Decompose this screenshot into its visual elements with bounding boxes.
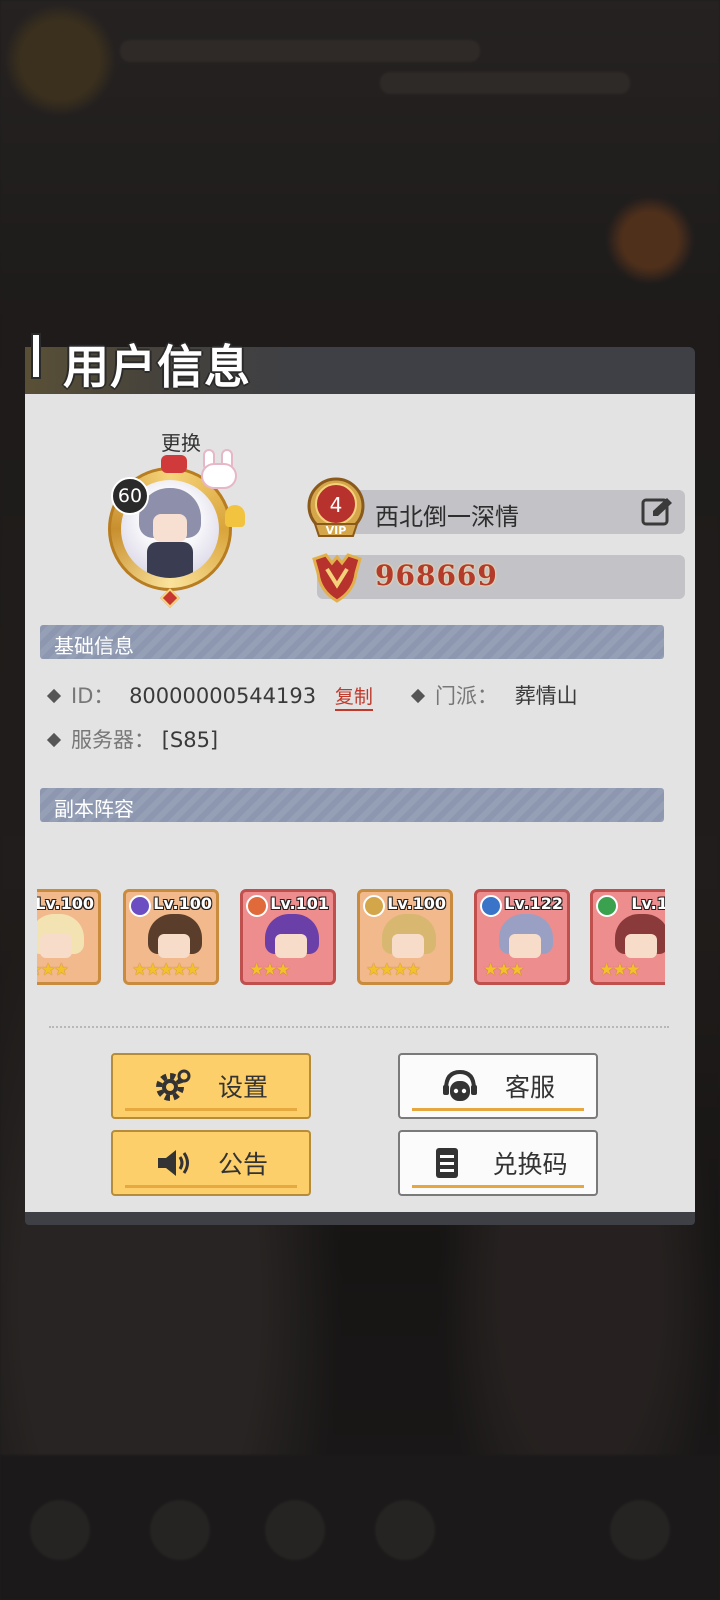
headset-icon <box>442 1069 477 1101</box>
diamond-icon <box>46 688 62 704</box>
button-underline <box>412 1185 584 1188</box>
avatar-body <box>147 542 193 578</box>
hero-card[interactable]: Lv.101 ★★★ <box>240 889 336 985</box>
faction-value: 葬情山 <box>514 684 578 708</box>
hero-face <box>40 934 72 958</box>
element-icon <box>596 895 618 917</box>
hero-card[interactable]: Lv.100 ★★★★★ <box>123 889 219 985</box>
hero-stars: ★★★ <box>483 960 525 980</box>
server-label: 服务器： <box>71 728 155 752</box>
id-value: 80000000544193 <box>129 684 317 708</box>
username-row: 西北倒一深情 <box>325 490 685 534</box>
element-icon <box>246 895 268 917</box>
hero-level: Lv.100 <box>153 894 212 913</box>
hero-face <box>625 934 657 958</box>
vip-label: VIP <box>326 524 347 537</box>
hero-level: Lv.122 <box>504 894 563 913</box>
hero-stars: ★★★★ <box>37 960 69 980</box>
basic-info-title: 基础信息 <box>54 634 134 658</box>
combat-power-value: 968669 <box>375 559 498 592</box>
hero-card[interactable]: Lv.100 ★★★★ <box>37 889 101 985</box>
element-icon <box>129 895 151 917</box>
lineup-title: 副本阵容 <box>54 797 134 821</box>
vip-badge-icon: 4 VIP <box>307 477 365 537</box>
server-row: 服务器： [S85] <box>46 724 219 754</box>
bell-icon <box>225 505 245 527</box>
button-underline <box>125 1185 297 1188</box>
avatar-area[interactable]: 更换 60 <box>83 427 253 608</box>
hero-stars: ★★★★★ <box>132 960 200 980</box>
edit-icon[interactable] <box>641 496 675 528</box>
combat-power-row: 968669 <box>317 555 685 599</box>
hero-card[interactable]: Lv.122 ★★★ <box>474 889 570 985</box>
title-accent <box>33 335 39 377</box>
gear-icon <box>155 1069 191 1101</box>
username: 西北倒一深情 <box>375 503 519 531</box>
lineup-header: 副本阵容 <box>40 788 664 822</box>
redeem-code-label: 兑换码 <box>492 1150 568 1179</box>
bunny-icon <box>195 449 241 489</box>
frame-gem-icon <box>160 588 180 608</box>
divider <box>49 1026 669 1028</box>
button-underline <box>412 1108 584 1111</box>
bow-icon <box>161 455 187 473</box>
hero-level: Lv.100 <box>387 894 446 913</box>
faction-label: 门派： <box>435 684 498 708</box>
button-underline <box>125 1108 297 1111</box>
element-icon <box>363 895 385 917</box>
panel-body: 更换 60 西北倒一深情 4 VIP 968669 基础信息 ID： 80000… <box>25 394 695 1212</box>
hero-level: Lv.16 <box>631 894 665 913</box>
hero-stars: ★★★★ <box>366 960 421 980</box>
hero-face <box>158 934 190 958</box>
hero-face <box>509 934 541 958</box>
speaker-icon <box>157 1150 189 1176</box>
customer-service-button[interactable]: 客服 <box>398 1053 598 1119</box>
notice-button[interactable]: 公告 <box>111 1130 311 1196</box>
redeem-code-button[interactable]: 兑换码 <box>398 1130 598 1196</box>
basic-info-header: 基础信息 <box>40 625 664 659</box>
user-info-panel: 用户信息 更换 60 西北倒一深情 4 VIP 968669 基础信息 ID： … <box>25 335 695 1225</box>
hero-stars: ★★★ <box>249 960 291 980</box>
vip-level: 4 <box>330 493 343 517</box>
diamond-icon <box>410 688 426 704</box>
diamond-icon <box>46 732 62 748</box>
faction-row: 门派： 葬情山 <box>410 680 578 710</box>
panel-title: 用户信息 <box>63 340 251 394</box>
notice-label: 公告 <box>217 1150 268 1179</box>
hero-face <box>392 934 424 958</box>
id-label: ID： <box>71 684 115 708</box>
level-badge: 60 <box>111 477 149 515</box>
settings-button[interactable]: 设置 <box>111 1053 311 1119</box>
avatar-face <box>153 514 187 542</box>
hero-card[interactable]: Lv.16 ★★★ <box>590 889 665 985</box>
settings-label: 设置 <box>217 1073 268 1102</box>
element-icon <box>480 895 502 917</box>
hero-card[interactable]: Lv.100 ★★★★ <box>357 889 453 985</box>
hero-level: Lv.101 <box>270 894 329 913</box>
shield-icon <box>312 553 362 603</box>
panel-footer <box>25 1212 695 1225</box>
document-icon <box>436 1148 459 1178</box>
hero-stars: ★★★ <box>599 960 641 980</box>
customer-service-label: 客服 <box>504 1073 555 1102</box>
server-value: [S85] <box>161 728 219 752</box>
id-row: ID： 80000000544193 复制 <box>46 680 373 711</box>
copy-button[interactable]: 复制 <box>334 686 373 711</box>
hero-face <box>275 934 307 958</box>
hero-level: Lv.100 <box>37 894 94 913</box>
hero-lineup[interactable]: Lv.100 ★★★★ Lv.100 ★★★★★ Lv.101 ★★★ <box>37 887 665 987</box>
